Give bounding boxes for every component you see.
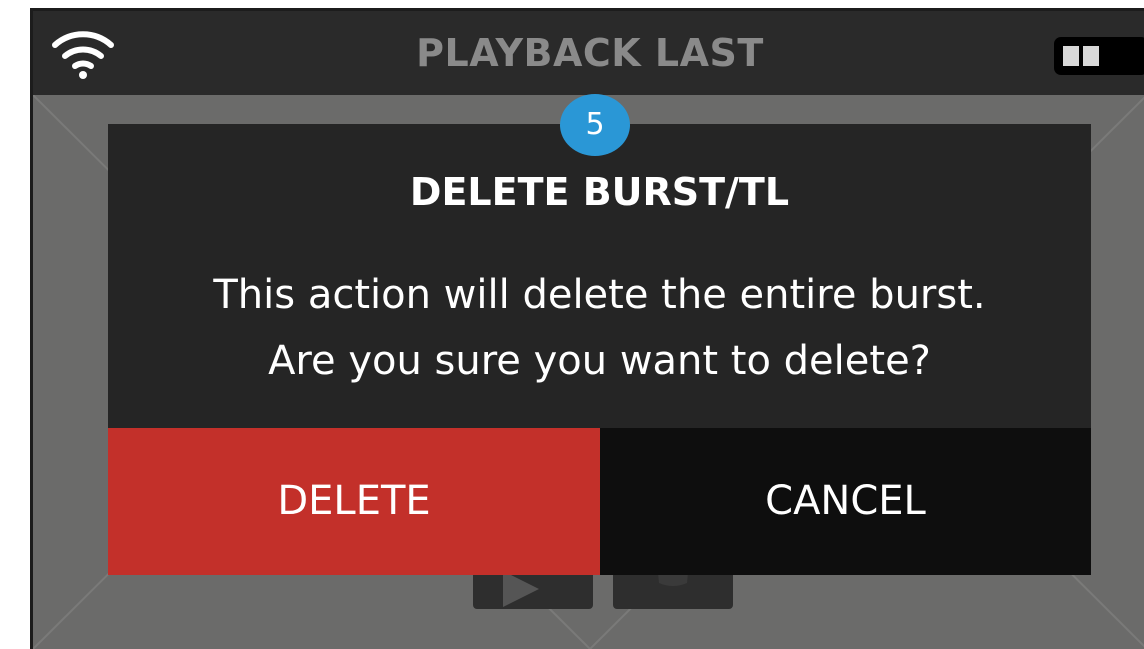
step-number-badge: 5 [560, 94, 630, 156]
dialog-title: DELETE BURST/TL [409, 170, 790, 214]
page-title: PLAYBACK LAST [416, 31, 764, 75]
cancel-button[interactable]: CANCEL [600, 428, 1091, 575]
status-bar: PLAYBACK LAST [33, 11, 1144, 95]
screen: PLAYBACK LAST DELETE BURST/TL This actio… [0, 0, 1144, 649]
dialog-message-line: Are you sure you want to delete? [268, 338, 931, 384]
dialog-message-line: This action will delete the entire burst… [213, 272, 986, 318]
dialog-message: This action will delete the entire burst… [108, 262, 1091, 394]
battery-icon [1054, 37, 1144, 75]
delete-button[interactable]: DELETE [108, 428, 600, 575]
